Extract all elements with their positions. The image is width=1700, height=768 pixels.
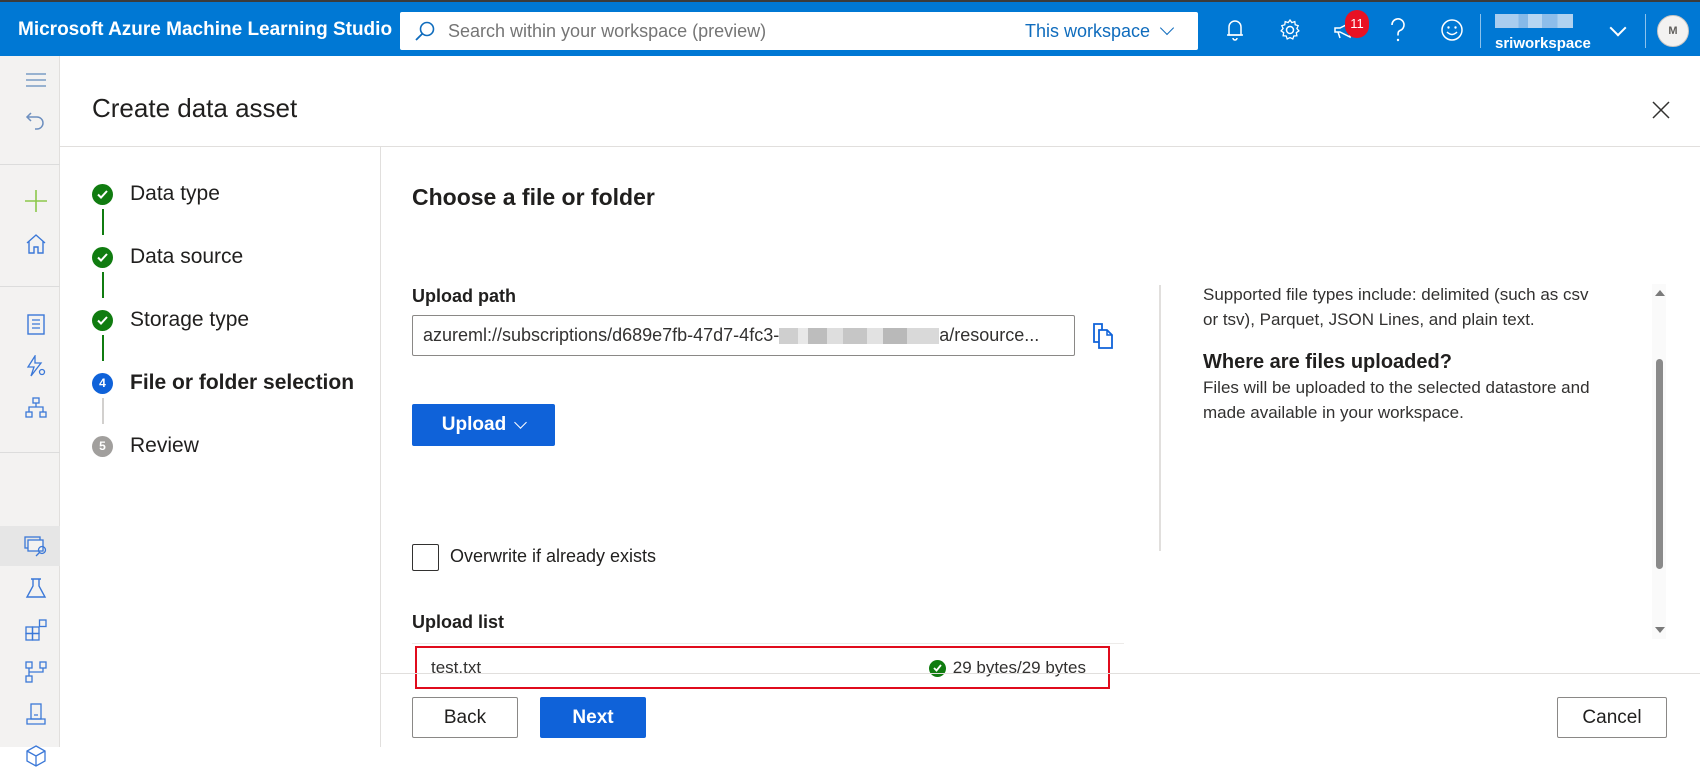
footer-divider (380, 673, 1700, 674)
file-name: test.txt (431, 658, 482, 677)
cancel-button[interactable]: Cancel (1557, 697, 1667, 738)
step-number-badge: 4 (92, 372, 113, 394)
left-nav (0, 56, 60, 767)
copy-icon[interactable] (1090, 322, 1116, 350)
step-data-source[interactable]: Data source (92, 245, 243, 269)
chevron-down-icon (1159, 20, 1175, 36)
lightning-gear-icon[interactable] (24, 354, 48, 378)
upload-list-label: Upload list (412, 612, 505, 632)
hierarchy-icon[interactable] (24, 396, 48, 420)
section-title: Choose a file or folder (412, 184, 655, 210)
steps-divider (380, 147, 381, 747)
nav-divider (0, 164, 60, 165)
plus-icon[interactable] (24, 189, 48, 213)
data-search-icon[interactable] (24, 534, 48, 558)
upload-path-field[interactable]: azureml://subscriptions/d689e7fb-47d7-4f… (412, 315, 1075, 356)
check-circle-icon (92, 246, 113, 268)
smiley-icon (1441, 19, 1463, 41)
step-data-type[interactable]: Data type (92, 182, 220, 206)
step-connector (102, 398, 104, 424)
account-name-redacted (1495, 14, 1573, 28)
avatar[interactable]: M (1657, 15, 1689, 47)
top-bar: Microsoft Azure Machine Learning Studio … (0, 0, 1700, 56)
create-data-asset-panel: Create data asset Data type Data source … (60, 56, 1700, 747)
nav-divider (0, 286, 60, 287)
upload-path-label: Upload path (412, 286, 516, 306)
scroll-down-arrow-icon[interactable] (1655, 627, 1665, 633)
flask-icon[interactable] (24, 576, 48, 600)
step-review[interactable]: 5 Review (92, 434, 199, 458)
panel-title: Create data asset (92, 93, 298, 123)
header-divider (1480, 14, 1481, 48)
home-icon[interactable] (24, 232, 48, 256)
upload-path-suffix: a/resource... (939, 325, 1040, 345)
chevron-down-icon (514, 415, 528, 429)
upload-path-prefix: azureml://subscriptions/d689e7fb-47d7-4f… (423, 325, 780, 345)
feedback-button[interactable] (1438, 16, 1466, 44)
undo-icon[interactable] (24, 108, 48, 132)
check-circle-icon (92, 309, 113, 331)
check-circle-icon (92, 183, 113, 205)
step-label: File or folder selection (130, 371, 355, 394)
upload-list-divider (412, 643, 1124, 644)
help-icon (1391, 18, 1405, 42)
search-scope-dropdown[interactable]: This workspace (1024, 12, 1175, 50)
step-storage-type[interactable]: Storage type (92, 308, 249, 332)
info-divider (1159, 285, 1161, 551)
search-scope-label: This workspace (1024, 21, 1150, 41)
header-divider (1645, 14, 1646, 48)
search-icon (415, 21, 435, 41)
back-button[interactable]: Back (412, 697, 518, 738)
upload-button-label: Upload (441, 414, 507, 435)
scrollbar[interactable] (1652, 284, 1666, 639)
bell-icon (1227, 20, 1243, 41)
components-icon[interactable] (24, 618, 48, 642)
next-button[interactable]: Next (540, 697, 646, 738)
step-file-or-folder-selection[interactable]: 4 File or folder selection (92, 371, 354, 395)
step-label: Review (130, 434, 199, 457)
nav-divider (0, 452, 60, 453)
cube-icon[interactable] (24, 744, 48, 768)
scroll-up-arrow-icon[interactable] (1655, 290, 1665, 296)
gear-icon (1280, 18, 1300, 40)
upload-list-item: test.txt 29 bytes/29 bytes (415, 646, 1110, 689)
scrollbar-thumb[interactable] (1656, 359, 1663, 569)
upload-progress: 29 bytes/29 bytes (952, 658, 1086, 677)
step-connector (102, 335, 104, 361)
close-icon[interactable] (1649, 98, 1673, 122)
settings-button[interactable] (1276, 16, 1304, 44)
chevron-down-icon[interactable] (1609, 19, 1627, 37)
upload-status: 29 bytes/29 bytes (928, 658, 1086, 678)
search-input[interactable] (448, 12, 948, 50)
notifications-button[interactable] (1221, 16, 1249, 44)
notification-badge: 11 (1345, 10, 1369, 38)
supported-file-types-text: Supported file types include: delimited … (1203, 285, 1589, 329)
step-number-badge: 5 (92, 435, 113, 457)
step-connector (102, 272, 104, 298)
workspace-name[interactable]: sriworkspace (1495, 35, 1591, 52)
help-button[interactable] (1384, 16, 1412, 44)
header-divider (60, 146, 1700, 147)
overwrite-checkbox[interactable] (412, 544, 439, 571)
notebook-icon[interactable] (24, 312, 48, 336)
info-panel: Supported file types include: delimited … (1203, 282, 1603, 425)
app-title[interactable]: Microsoft Azure Machine Learning Studio (18, 19, 392, 41)
pipeline-icon[interactable] (24, 660, 48, 684)
redacted-segment (779, 328, 940, 345)
environment-icon[interactable] (24, 702, 48, 726)
search-box[interactable]: This workspace (400, 12, 1198, 50)
overwrite-label[interactable]: Overwrite if already exists (450, 546, 656, 567)
where-uploaded-text: Files will be uploaded to the selected d… (1203, 378, 1590, 422)
where-uploaded-heading: Where are files uploaded? (1203, 351, 1452, 373)
step-label: Data source (130, 245, 244, 268)
hamburger-icon[interactable] (24, 68, 48, 92)
upload-button[interactable]: Upload (412, 404, 555, 446)
step-label: Data type (130, 182, 220, 205)
step-connector (102, 209, 104, 235)
step-label: Storage type (130, 308, 250, 331)
